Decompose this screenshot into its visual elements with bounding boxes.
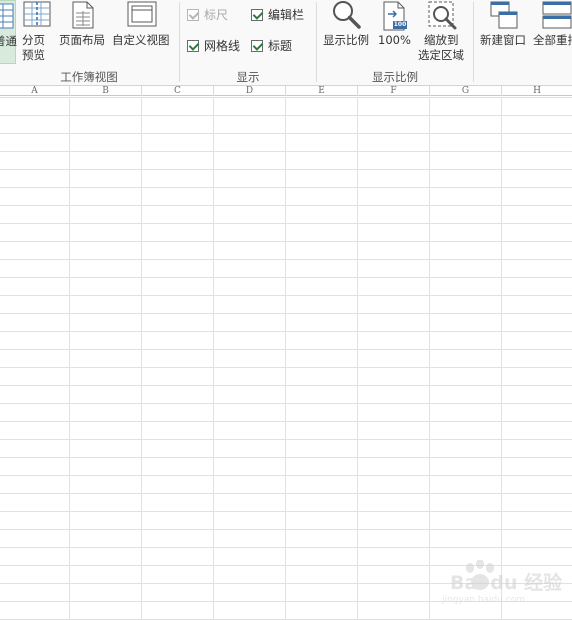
headings-checkbox-label: 标题 [268, 39, 293, 53]
column-header-g[interactable]: G [430, 86, 502, 96]
worksheet-grid[interactable] [0, 97, 572, 620]
column-gridline [213, 97, 214, 620]
arrange-all-button[interactable]: 全部重排 [532, 0, 572, 50]
normal-view-label: 普通 [0, 34, 17, 48]
column-header-f[interactable]: F [358, 86, 430, 96]
column-gridline [501, 97, 502, 620]
baidu-watermark: Bai du 经验 jingyan.baidu.com [420, 560, 570, 610]
column-gridline [141, 97, 142, 620]
column-header-c[interactable]: C [142, 86, 214, 96]
zoom-100-label: 100% [378, 33, 411, 47]
formula-bar-checkbox[interactable]: 编辑栏 [251, 6, 304, 23]
page-break-preview-label-2: 预览 [22, 48, 45, 62]
column-gridline [429, 97, 430, 620]
column-header-b[interactable]: B [70, 86, 142, 96]
new-window-button[interactable]: 新建窗口 [478, 0, 530, 50]
page-layout-button[interactable]: 页面布局 [58, 0, 108, 50]
workbook-views-group-label: 工作簿视图 [60, 70, 118, 84]
new-window-icon [490, 1, 518, 29]
custom-views-button[interactable]: 自定义视图 [111, 0, 173, 50]
zoom-100-badge: 100 [393, 21, 407, 28]
formula-bar-checkbox-box [251, 8, 263, 21]
page-layout-icon [72, 1, 94, 29]
gridlines-checkbox[interactable]: 网格线 [187, 37, 240, 54]
gridlines-checkbox-label: 网格线 [204, 39, 241, 53]
headings-checkbox[interactable]: 标题 [251, 37, 292, 54]
zoom-to-selection-button[interactable]: 缩放到 选定区域 [416, 0, 468, 64]
ruler-checkbox-box [187, 8, 199, 21]
watermark-subtext: jingyan.baidu.com [442, 595, 526, 605]
custom-views-icon [127, 1, 157, 27]
column-headers: A B C D E F G H [0, 86, 572, 96]
ribbon-view-tab: 普通 分页 预览 页面布局 [0, 0, 572, 86]
normal-view-button[interactable]: 普通 [0, 0, 17, 64]
zoom-to-selection-icon [428, 1, 457, 30]
column-header-h[interactable]: H [502, 86, 572, 96]
arrange-all-label: 全部重排 [533, 33, 572, 47]
normal-view-icon [0, 3, 14, 29]
page-break-preview-label-1: 分页 [22, 33, 45, 47]
page-break-preview-button[interactable]: 分页 预览 [20, 0, 54, 64]
page-layout-label: 页面布局 [59, 33, 105, 47]
column-header-d[interactable]: D [214, 86, 286, 96]
magnifier-icon [333, 1, 361, 29]
zoom-button[interactable]: 显示比例 [321, 0, 373, 50]
show-group-label: 显示 [236, 70, 260, 84]
formula-bar-checkbox-label: 编辑栏 [268, 8, 305, 22]
column-header-a[interactable]: A [0, 86, 70, 96]
column-gridline [357, 97, 358, 620]
ruler-checkbox-label: 标尺 [204, 8, 229, 22]
group-separator [316, 2, 317, 82]
column-gridline [285, 97, 286, 620]
custom-views-label: 自定义视图 [112, 33, 170, 47]
ruler-checkbox[interactable]: 标尺 [187, 6, 228, 23]
watermark-text: Bai du 经验 [450, 572, 563, 594]
headings-checkbox-box [251, 39, 263, 52]
new-window-label: 新建窗口 [480, 33, 526, 47]
column-gridline [69, 97, 70, 620]
page-break-preview-icon [23, 1, 51, 27]
zoom-to-selection-label-1: 缩放到 [424, 33, 459, 47]
zoom-group-label: 显示比例 [372, 70, 418, 84]
zoom-100-button[interactable]: 100 100% [377, 0, 413, 50]
arrange-all-icon [542, 1, 572, 29]
group-separator [179, 2, 180, 82]
gridlines-checkbox-box [187, 39, 199, 52]
zoom-to-selection-label-2: 选定区域 [418, 48, 464, 62]
zoom-label: 显示比例 [323, 33, 369, 47]
column-header-e[interactable]: E [286, 86, 358, 96]
group-separator [473, 2, 474, 82]
